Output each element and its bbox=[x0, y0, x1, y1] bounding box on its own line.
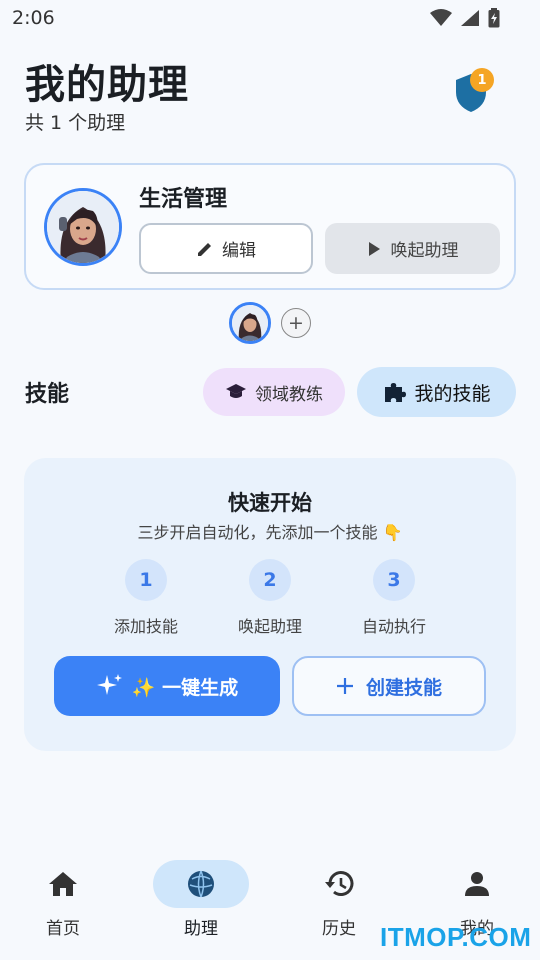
domain-coach-label: 领域教练 bbox=[255, 384, 323, 405]
shield-badge: 1 bbox=[470, 68, 494, 92]
assistant-card[interactable]: 生活管理 编辑 唤起助理 bbox=[24, 163, 516, 290]
step-3: 3 自动执行 bbox=[334, 559, 454, 637]
one-click-generate-label: ✨ 一键生成 bbox=[131, 676, 239, 699]
avatar-portrait-small-icon bbox=[232, 305, 268, 341]
wifi-icon bbox=[430, 9, 452, 26]
step-1: 1 添加技能 bbox=[86, 559, 206, 637]
battery-icon bbox=[488, 8, 500, 28]
step-number: 1 bbox=[125, 559, 167, 601]
assistant-count: 共 1 个助理 bbox=[25, 112, 126, 134]
signal-icon bbox=[461, 10, 479, 26]
edit-button[interactable]: 编辑 bbox=[139, 223, 313, 274]
nav-item-history[interactable]: 历史 bbox=[291, 860, 387, 939]
home-icon bbox=[49, 872, 77, 896]
step-2: 2 唤起助理 bbox=[210, 559, 330, 637]
quick-start-title: 快速开始 bbox=[228, 491, 312, 515]
assistant-globe-icon bbox=[188, 870, 214, 898]
nav-item-home[interactable]: 首页 bbox=[15, 860, 111, 939]
play-icon bbox=[368, 241, 380, 256]
step-label: 自动执行 bbox=[361, 617, 426, 636]
assistant-avatar-selector[interactable] bbox=[229, 302, 271, 344]
person-icon bbox=[465, 872, 489, 896]
one-click-generate-button[interactable]: ✨ 一键生成 bbox=[54, 656, 280, 716]
create-skill-label: 创建技能 bbox=[365, 676, 442, 699]
plus-icon bbox=[336, 678, 353, 694]
domain-coach-chip[interactable]: 领域教练 bbox=[203, 368, 345, 416]
quick-start-desc: 三步开启自动化，先添加一个技能 👇 bbox=[137, 523, 403, 542]
nav-label-assistant: 助理 bbox=[184, 919, 218, 939]
wake-assistant-button[interactable]: 唤起助理 bbox=[325, 223, 500, 274]
avatar-portrait-icon bbox=[47, 191, 119, 263]
nav-label-home: 首页 bbox=[46, 919, 80, 939]
graduation-cap-icon bbox=[226, 384, 246, 398]
step-label: 添加技能 bbox=[113, 617, 178, 636]
avatar[interactable] bbox=[44, 188, 122, 266]
history-icon bbox=[325, 871, 354, 896]
step-label: 唤起助理 bbox=[237, 617, 302, 636]
edit-button-label: 编辑 bbox=[222, 241, 256, 261]
status-bar: 2:06 bbox=[0, 0, 540, 36]
wake-assistant-label: 唤起助理 bbox=[390, 241, 459, 261]
skills-label: 技能 bbox=[25, 382, 70, 407]
step-number: 3 bbox=[373, 559, 415, 601]
step-number: 2 bbox=[249, 559, 291, 601]
sparkle-icon bbox=[96, 674, 122, 695]
create-skill-button[interactable]: 创建技能 bbox=[292, 656, 486, 716]
pencil-icon bbox=[198, 242, 211, 256]
my-skills-label: 我的技能 bbox=[414, 382, 491, 405]
status-time: 2:06 bbox=[12, 7, 55, 29]
puzzle-icon bbox=[385, 383, 407, 402]
watermark: ITMOP.COM bbox=[380, 922, 532, 952]
nav-label-history: 历史 bbox=[322, 919, 356, 939]
assistant-name: 生活管理 bbox=[139, 187, 228, 212]
nav-item-assistant[interactable]: 助理 bbox=[153, 860, 249, 939]
status-icons bbox=[430, 8, 500, 28]
page-title: 我的助理 bbox=[25, 62, 189, 108]
my-skills-chip[interactable]: 我的技能 bbox=[357, 367, 516, 417]
quick-start-card: 快速开始 三步开启自动化，先添加一个技能 👇 1 添加技能 2 唤起助理 3 自… bbox=[24, 458, 516, 751]
add-assistant-button[interactable]: + bbox=[281, 308, 311, 338]
